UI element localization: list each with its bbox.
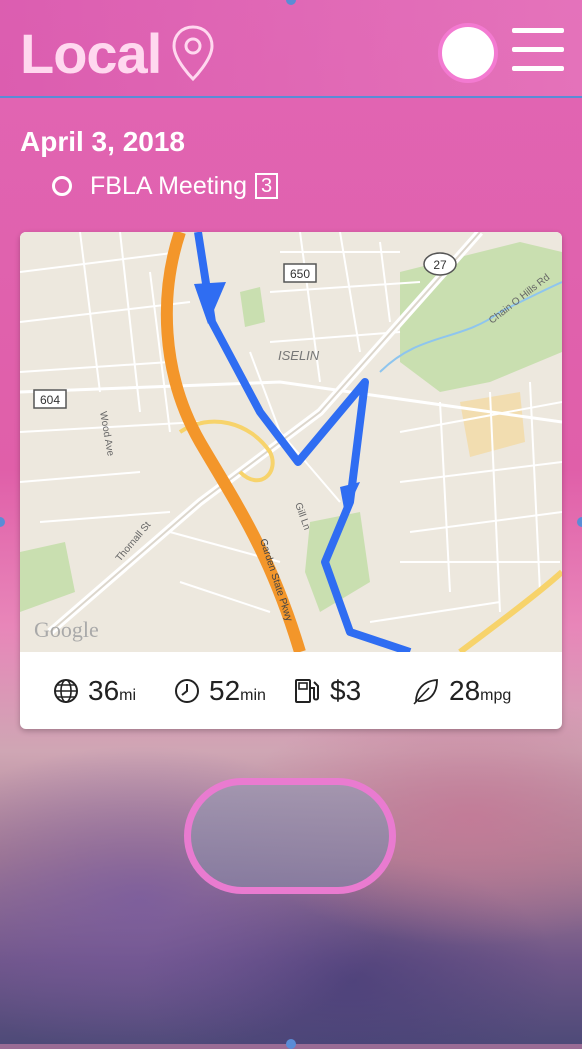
time-unit: min: [240, 687, 266, 704]
trip-card: 650 27 604 ISELIN Wood Ave Thornall St G…: [20, 232, 562, 729]
fuel-pump-icon: [295, 679, 319, 703]
event-count-badge: 3: [255, 173, 279, 199]
hamburger-menu-icon[interactable]: [512, 28, 564, 74]
clock-icon: [175, 679, 199, 703]
distance-value: 36: [88, 675, 120, 706]
distance-unit: mi: [119, 687, 137, 704]
globe-icon: [54, 679, 78, 703]
event-bullet-icon: [52, 176, 72, 196]
cost-value: $3: [330, 675, 362, 706]
start-trip-button[interactable]: [184, 778, 396, 894]
time-stat: 52 min: [173, 674, 266, 708]
distance-stat: 36 mi: [52, 674, 136, 708]
efficiency-unit: mpg: [480, 687, 512, 704]
avatar[interactable]: [438, 23, 498, 83]
map-watermark: Google: [34, 617, 99, 642]
agenda-event[interactable]: FBLA Meeting 3: [52, 170, 279, 202]
road-27-label: 27: [433, 258, 447, 272]
route-map[interactable]: 650 27 604 ISELIN Wood Ave Thornall St G…: [20, 232, 562, 652]
agenda-date: April 3, 2018: [20, 126, 185, 157]
selection-handle-right: [577, 517, 582, 527]
road-650-label: 650: [290, 267, 310, 281]
time-value: 52: [209, 675, 241, 706]
trip-stats-bar: 36 mi 52 min $3 28 mpg: [20, 652, 562, 729]
app-header: Local: [0, 0, 582, 98]
event-label: FBLA Meeting: [90, 171, 248, 200]
road-604-label: 604: [40, 393, 60, 407]
selection-handle-bottom: [286, 1039, 296, 1049]
leaf-icon: [413, 679, 438, 705]
location-pin-icon[interactable]: [170, 24, 216, 82]
cost-stat: $3: [292, 674, 361, 708]
efficiency-stat: 28 mpg: [411, 674, 511, 708]
efficiency-value: 28: [449, 675, 481, 706]
iselin-label: ISELIN: [278, 348, 320, 363]
app-title: Local: [20, 22, 162, 85]
